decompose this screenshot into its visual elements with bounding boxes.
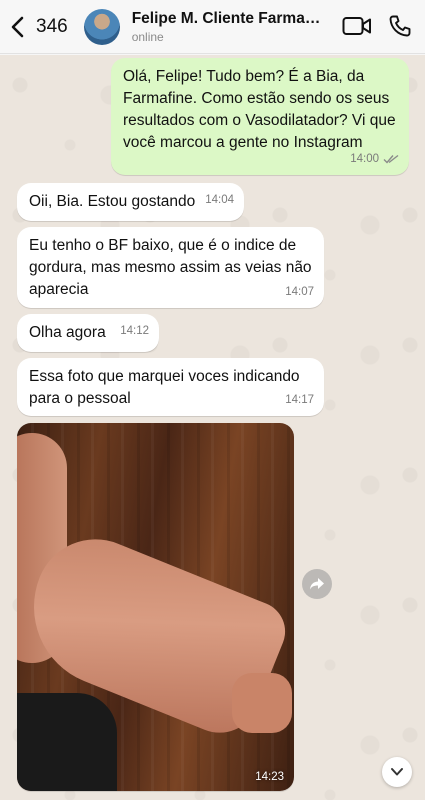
- message-outgoing[interactable]: Olá, Felipe! Tudo bem? É a Bia, da Farma…: [111, 58, 409, 175]
- message-meta: 14:17: [285, 389, 314, 411]
- double-check-icon: [383, 154, 399, 164]
- message-incoming[interactable]: Eu tenho o BF baixo, que é o indice de g…: [17, 227, 324, 308]
- contact-status: online: [131, 29, 164, 44]
- message-text: Essa foto que marquei voces indicando pa…: [29, 368, 300, 407]
- message-time: 14:00: [350, 153, 379, 165]
- contact-name: Felipe M. Cliente Farmafi...: [131, 9, 322, 27]
- message-incoming[interactable]: Olha agora 14:12: [17, 314, 159, 352]
- message-meta: 14:04: [205, 189, 234, 211]
- video-camera-icon[interactable]: [342, 15, 372, 37]
- message-incoming[interactable]: Oii, Bia. Estou gostando 14:04: [17, 183, 244, 221]
- message-text: Eu tenho o BF baixo, que é o indice de g…: [29, 237, 312, 298]
- message-meta: 14:07: [285, 281, 314, 303]
- message-time: 14:04: [205, 194, 234, 206]
- chevron-down-icon: [391, 768, 403, 776]
- chevron-left-icon: [11, 16, 24, 37]
- message-incoming[interactable]: Essa foto que marquei voces indicando pa…: [17, 358, 324, 416]
- photo-image[interactable]: 14:23: [17, 423, 294, 791]
- message-meta: 14:12: [120, 320, 149, 342]
- forward-arrow-icon: [310, 578, 324, 590]
- message-time: 14:12: [120, 325, 149, 337]
- phone-icon[interactable]: [388, 14, 412, 38]
- message-time: 14:23: [255, 771, 284, 783]
- message-text: Oii, Bia. Estou gostando: [29, 193, 196, 210]
- back-button[interactable]: 346: [10, 16, 68, 38]
- message-meta: 14:00: [350, 148, 399, 170]
- message-text: Olha agora: [29, 324, 106, 341]
- forward-button[interactable]: [302, 569, 332, 599]
- message-time: 14:07: [285, 286, 314, 298]
- photo-fist: [232, 673, 292, 733]
- chat-header: 346 Felipe M. Cliente Farmafi... online: [0, 0, 425, 54]
- chat-area[interactable]: Olá, Felipe! Tudo bem? É a Bia, da Farma…: [0, 55, 425, 800]
- contact-info[interactable]: Felipe M. Cliente Farmafi... online: [132, 10, 322, 44]
- message-photo[interactable]: 14:23: [17, 423, 294, 791]
- unread-count: 346: [36, 15, 68, 37]
- scroll-to-bottom-button[interactable]: [382, 757, 412, 787]
- photo-shirt: [17, 693, 117, 791]
- avatar[interactable]: [83, 8, 120, 45]
- message-time: 14:17: [285, 394, 314, 406]
- message-text: Olá, Felipe! Tudo bem? É a Bia, da Farma…: [123, 68, 396, 151]
